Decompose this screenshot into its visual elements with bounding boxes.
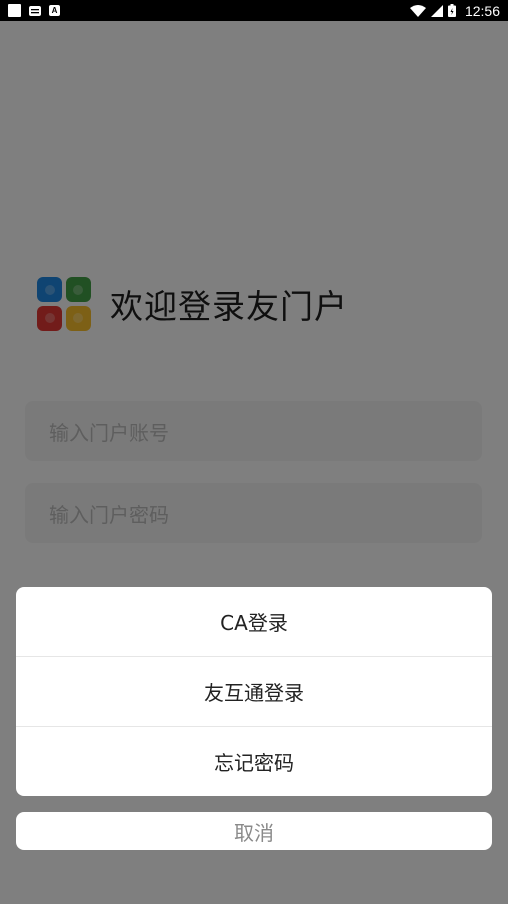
status-left: A <box>8 4 60 17</box>
message-icon <box>29 5 41 16</box>
a-icon: A <box>49 5 60 16</box>
notification-square-icon <box>8 4 21 17</box>
youhutong-login-button[interactable]: 友互通登录 <box>16 656 492 726</box>
cancel-button[interactable]: 取消 <box>16 812 492 850</box>
forgot-password-button[interactable]: 忘记密码 <box>16 726 492 796</box>
battery-icon <box>447 4 456 17</box>
ca-login-button[interactable]: CA登录 <box>16 587 492 656</box>
signal-icon <box>430 4 443 17</box>
wifi-icon <box>409 4 426 17</box>
status-bar: A 12:56 <box>0 0 508 21</box>
action-sheet: CA登录 友互通登录 忘记密码 <box>16 587 492 796</box>
status-time: 12:56 <box>464 2 500 19</box>
status-right: 12:56 <box>409 2 500 19</box>
